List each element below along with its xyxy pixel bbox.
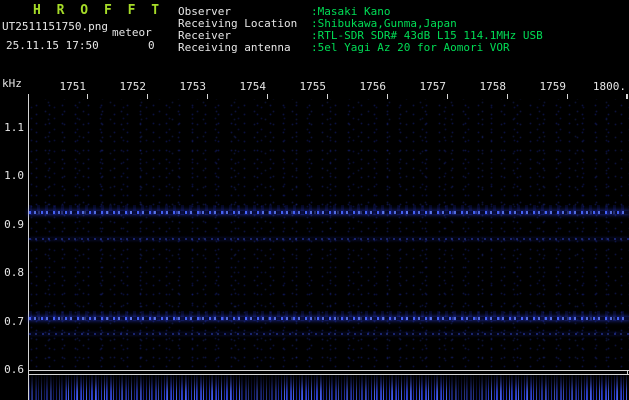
y-tick-label: 0.9 bbox=[4, 218, 24, 231]
signal-band-0_93khz bbox=[29, 211, 629, 214]
info-value-antenna: :5el Yagi Az 20 for Aomori VOR bbox=[311, 41, 510, 54]
echo-count: 0 bbox=[148, 39, 155, 52]
app-title: H R O F F T bbox=[33, 3, 164, 18]
y-tick-label: 0.8 bbox=[4, 266, 24, 279]
y-axis-unit: kHz bbox=[2, 77, 22, 90]
signal-band-0_87khz bbox=[29, 238, 629, 240]
x-tick-label: 1752 bbox=[119, 80, 147, 93]
hrofft-output: H R O F F T UT2511151750.png meteor 25.1… bbox=[0, 0, 629, 400]
y-tick-label: 0.7 bbox=[4, 315, 24, 328]
x-tick-label: 1756 bbox=[359, 80, 387, 93]
x-tick-label: 1754 bbox=[239, 80, 267, 93]
y-tick-label: 0.6 bbox=[4, 363, 24, 376]
x-tick-label: 1755 bbox=[299, 80, 327, 93]
signal-band-0_71khz bbox=[29, 317, 629, 320]
x-tick-label: 1753 bbox=[179, 80, 207, 93]
x-tick-label: 1800. bbox=[592, 80, 626, 93]
info-label-antenna: Receiving antenna bbox=[178, 41, 291, 54]
signal-band-0_68khz bbox=[29, 333, 629, 335]
x-tick-label: 1758 bbox=[479, 80, 507, 93]
output-filename: UT2511151750.png bbox=[2, 20, 108, 33]
signal-level-strip bbox=[29, 375, 629, 400]
x-tick-label: 1757 bbox=[419, 80, 447, 93]
station-name: meteor bbox=[112, 26, 152, 39]
plot-baseline bbox=[28, 370, 629, 371]
y-tick-label: 1.1 bbox=[4, 121, 24, 134]
observation-datetime: 25.11.15 17:50 bbox=[6, 39, 99, 52]
x-tick-label: 1759 bbox=[539, 80, 567, 93]
x-tick-label: 1751 bbox=[59, 80, 87, 93]
spectrogram bbox=[29, 99, 629, 370]
y-tick-label: 1.0 bbox=[4, 169, 24, 182]
